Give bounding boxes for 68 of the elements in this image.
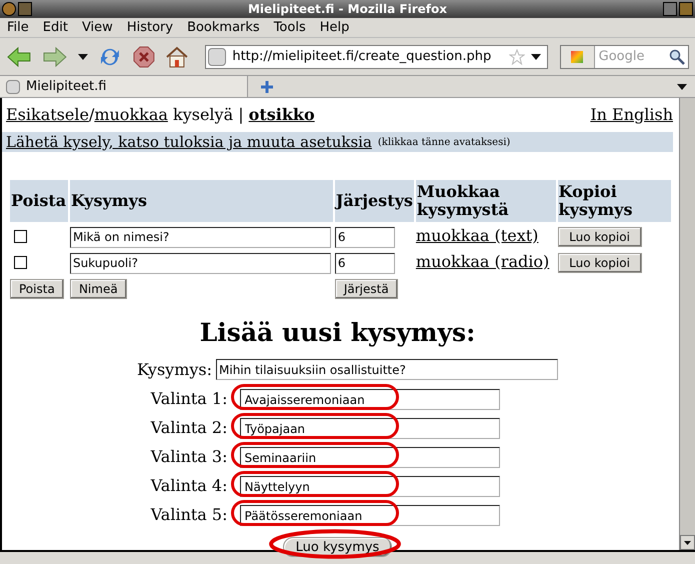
address-bar[interactable]: http://mielipiteet.fi/create_question.php	[205, 44, 548, 68]
edit-link[interactable]: muokkaa	[94, 105, 168, 124]
dropdown-caret-icon[interactable]	[78, 54, 88, 60]
new-question-field[interactable]: Mihin tilaisuuksiin osallistuitte?	[216, 359, 558, 380]
option-label: Valinta 1:	[150, 388, 228, 410]
option-field[interactable]: Seminaariin	[240, 447, 500, 468]
scroll-down-icon[interactable]	[680, 535, 695, 550]
column-header: Kopioi kysymys	[558, 180, 671, 222]
tab-label: Mielipiteet.fi	[26, 78, 106, 96]
dropdown-caret-icon[interactable]	[530, 54, 541, 60]
settings-link[interactable]: Lähetä kysely, katso tuloksia ja muuta asetuksia	[6, 130, 372, 154]
settings-bar[interactable]: Lähetä kysely, katso tuloksia ja muuta asetuksia (klikkaa tänne avataksesi)	[2, 132, 673, 152]
option-field[interactable]: Työpajaan	[240, 418, 500, 439]
stop-icon[interactable]	[132, 44, 156, 68]
page-icon	[208, 48, 226, 66]
edit-question-link[interactable]: muokkaa (radio)	[416, 252, 550, 271]
breadcrumb-text: kyselyä |	[172, 105, 245, 124]
survey-title-link[interactable]: otsikko	[248, 105, 315, 124]
option-label: Valinta 2:	[150, 416, 228, 438]
separator: /	[88, 105, 94, 124]
search-icon[interactable]	[668, 48, 685, 64]
menu-item[interactable]: File	[7, 18, 29, 38]
forward-arrow-icon[interactable]	[42, 46, 68, 68]
settings-hint: (klikkaa tänne avataksesi)	[378, 136, 510, 150]
menu-item[interactable]: History	[126, 18, 174, 38]
column-header: Muokkaa kysymystä	[416, 180, 556, 222]
search-engine-icon[interactable]	[560, 46, 595, 68]
option-field[interactable]: Päätösseremoniaan	[240, 505, 500, 526]
browser-tab[interactable]: Mielipiteet.fi	[0, 76, 248, 97]
column-header: Järjestys	[334, 180, 414, 222]
star-icon[interactable]	[508, 48, 525, 64]
option-label: Valinta 3:	[150, 446, 228, 468]
back-arrow-icon[interactable]	[6, 46, 32, 68]
delete-checkbox[interactable]	[14, 230, 27, 242]
preview-link[interactable]: Esikatsele	[6, 105, 89, 124]
menu-item[interactable]: Help	[320, 18, 350, 38]
page-icon	[6, 80, 20, 94]
menu-item[interactable]: Bookmarks	[187, 18, 260, 38]
question-field[interactable]: Sukupuoli?	[70, 252, 331, 274]
delete-button[interactable]: Poista	[10, 279, 64, 299]
scrollbar[interactable]	[679, 98, 695, 550]
sort-button[interactable]: Järjestä	[334, 279, 398, 299]
order-field[interactable]: 6	[334, 252, 395, 274]
copy-button[interactable]: Luo kopioi	[558, 253, 642, 273]
option-label: Valinta 4:	[150, 474, 228, 496]
dropdown-caret-icon[interactable]	[677, 84, 687, 90]
window-title: Mielipiteet.fi - Mozilla Firefox	[246, 1, 448, 18]
copy-button[interactable]: Luo kopioi	[558, 227, 642, 247]
url-text: http://mielipiteet.fi/create_question.php	[232, 48, 492, 66]
delete-checkbox[interactable]	[14, 256, 27, 268]
option-field[interactable]: Näyttelyyn	[240, 476, 500, 497]
question-field[interactable]: Mikä on nimesi?	[70, 226, 331, 248]
column-header: Kysymys	[70, 180, 333, 222]
edit-question-link[interactable]: muokkaa (text)	[416, 226, 538, 245]
new-tab-icon[interactable]	[260, 80, 274, 94]
menu-item[interactable]: Tools	[274, 18, 306, 38]
option-field[interactable]: Avajaisseremoniaan	[240, 389, 500, 410]
home-icon[interactable]	[165, 44, 190, 68]
order-field[interactable]: 6	[334, 226, 395, 248]
menu-item[interactable]: View	[82, 18, 113, 38]
option-label: Valinta 5:	[150, 504, 228, 526]
column-header: Poista	[10, 180, 68, 222]
rename-button[interactable]: Nimeä	[70, 279, 127, 299]
field-label: Kysymys:	[136, 358, 212, 380]
search-placeholder: Google	[598, 48, 646, 66]
section-heading: Lisää uusi kysymys:	[198, 317, 476, 349]
menu-item[interactable]: Edit	[42, 18, 68, 38]
language-link[interactable]: In English	[590, 103, 673, 127]
